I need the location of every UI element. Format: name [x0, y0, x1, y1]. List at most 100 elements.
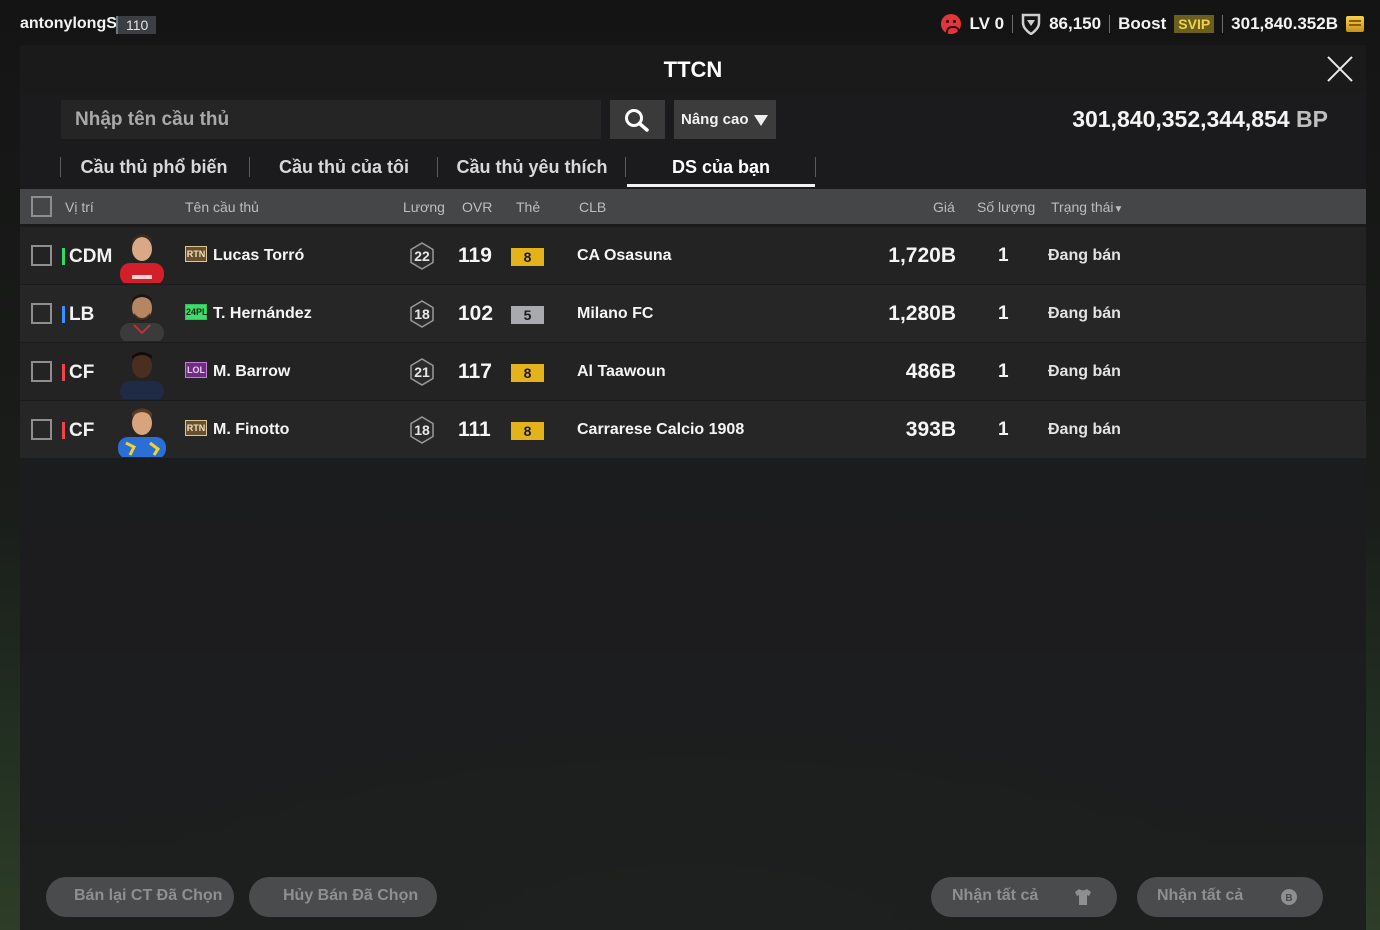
select-all-checkbox[interactable] [31, 196, 52, 217]
column-club[interactable]: CLB [579, 199, 606, 215]
tab-popular-players[interactable]: Cầu thủ phổ biến [64, 145, 244, 185]
coins-value: 301,840.352B [1231, 14, 1338, 33]
column-salary[interactable]: Lương [403, 199, 445, 215]
player-ovr: 119 [458, 244, 492, 267]
sale-status: Đang bán [1048, 363, 1121, 380]
tab-your-list[interactable]: DS của bạn [627, 145, 815, 187]
player-price: 1,720B [888, 244, 956, 267]
salary-badge: 18 [409, 300, 435, 328]
search-button[interactable] [610, 100, 665, 139]
player-avatar [116, 229, 168, 283]
tab-divider [60, 157, 61, 177]
player-price: 486B [905, 360, 956, 383]
chevron-down-icon [754, 115, 768, 126]
lv-label: LV 0 [969, 14, 1005, 33]
panel-title: TTCN [663, 57, 723, 82]
salary-value: 21 [414, 364, 430, 380]
sale-status: Đang bán [1048, 421, 1121, 438]
sale-status: Đang bán [1048, 247, 1121, 264]
season-badge: 24PL [185, 304, 208, 320]
column-price[interactable]: Giá [933, 199, 955, 215]
tab-my-players[interactable]: Cầu thủ của tôi [254, 145, 434, 185]
advanced-filter-button[interactable]: Nâng cao [674, 100, 776, 139]
claim-all-label: Nhận tất cả [952, 887, 1039, 904]
season-badge: RTN [185, 246, 207, 262]
boost-label: Boost [1118, 14, 1167, 33]
sort-down-icon: ▼ [1113, 204, 1124, 215]
tab-favorite-players[interactable]: Cầu thủ yêu thích [442, 145, 622, 185]
table-row[interactable]: CF LOL M. Barrow 21 117 8 Al Taawoun 486… [20, 343, 1366, 400]
jersey-icon [1075, 889, 1091, 905]
salary-value: 22 [414, 248, 430, 264]
player-price: 393B [905, 418, 956, 441]
salary-value: 18 [414, 306, 430, 322]
player-club: Carrarese Calcio 1908 [577, 421, 745, 438]
player-quantity: 1 [998, 361, 1009, 382]
level-badge: 110 [116, 16, 157, 34]
close-icon[interactable] [1326, 55, 1354, 83]
row-checkbox[interactable] [31, 419, 52, 440]
card-grade: 8 [511, 248, 544, 266]
player-quantity: 1 [998, 419, 1009, 440]
table-row[interactable]: CF RTN M. Finotto 18 111 8 Carrarese Cal… [20, 401, 1366, 458]
divider [1222, 15, 1224, 33]
player-price: 1,280B [888, 302, 956, 325]
column-status[interactable]: Trạng thái▼ [1051, 199, 1123, 215]
table-row[interactable]: LB 24PL T. Hernández 18 102 5 Milano FC … [20, 285, 1366, 342]
advanced-filter-label: Nâng cao [681, 111, 749, 128]
season-badge: LOL [185, 362, 207, 378]
top-bar: antonylongS 110 LV 0 86,150 Boost SVIP 3… [0, 0, 1380, 46]
divider [1012, 15, 1014, 33]
top-right-stats: LV 0 86,150 Boost SVIP 301,840.352B [941, 11, 1364, 37]
column-card[interactable]: Thẻ [516, 199, 540, 215]
row-checkbox[interactable] [31, 303, 52, 324]
player-name: M. Barrow [213, 363, 291, 380]
tab-divider [625, 157, 626, 177]
player-club: CA Osasuna [577, 247, 672, 264]
column-status-label: Trạng thái [1051, 199, 1114, 215]
svip-badge: SVIP [1174, 15, 1215, 33]
player-ovr: 102 [458, 302, 494, 325]
column-name[interactable]: Tên cầu thủ [185, 199, 259, 215]
player-ovr: 111 [458, 418, 491, 441]
divider [1109, 15, 1111, 33]
player-name: M. Finotto [213, 421, 290, 438]
player-position: LB [62, 304, 94, 326]
sad-face-icon [941, 14, 962, 34]
coin-icon [1346, 16, 1364, 32]
tab-divider [249, 157, 250, 177]
player-avatar [116, 287, 168, 341]
tab-bar: Cầu thủ phổ biến Cầu thủ của tôi Cầu thủ… [60, 145, 820, 187]
claim-all-bp-button[interactable]: Nhận tất cả B [1137, 877, 1323, 917]
player-quantity: 1 [998, 245, 1009, 266]
salary-value: 18 [414, 422, 430, 438]
player-ovr: 117 [458, 360, 492, 383]
player-name: Lucas Torró [213, 247, 305, 264]
player-name: T. Hernández [213, 305, 312, 322]
column-ovr[interactable]: OVR [462, 199, 492, 215]
row-checkbox[interactable] [31, 245, 52, 266]
column-quantity[interactable]: Số lượng [977, 199, 1035, 215]
table-row[interactable]: CDM RTN Lucas Torró 22 119 8 CA Osasuna … [20, 227, 1366, 284]
tab-divider [815, 157, 816, 177]
player-club: Al Taawoun [577, 363, 666, 380]
transfer-market-panel: TTCN Nâng cao 301,840,352,344,854 BP Cầu… [20, 45, 1366, 930]
card-grade: 5 [511, 306, 544, 324]
column-position[interactable]: Vị trí [65, 199, 94, 215]
cancel-selected-label: Hủy Bán Đã Chọn [283, 887, 419, 904]
season-badge: RTN [185, 420, 207, 436]
bp-balance: 301,840,352,344,854 BP [1072, 106, 1328, 133]
row-checkbox[interactable] [31, 361, 52, 382]
claim-all-players-button[interactable]: Nhận tất cả [931, 877, 1117, 917]
cancel-selected-button[interactable]: Hủy Bán Đã Chọn [249, 877, 437, 917]
player-avatar [116, 403, 168, 457]
player-club: Milano FC [577, 305, 654, 322]
player-quantity: 1 [998, 303, 1009, 324]
shield-icon [1021, 13, 1041, 35]
claim-all-label: Nhận tất cả [1157, 887, 1244, 904]
resell-selected-button[interactable]: Bán lại CT Đã Chọn [46, 877, 234, 917]
search-input[interactable] [61, 100, 601, 139]
panel-header: TTCN [20, 45, 1366, 93]
player-position: CF [62, 362, 94, 384]
balance-value: 301,840,352,344,854 [1072, 106, 1290, 132]
